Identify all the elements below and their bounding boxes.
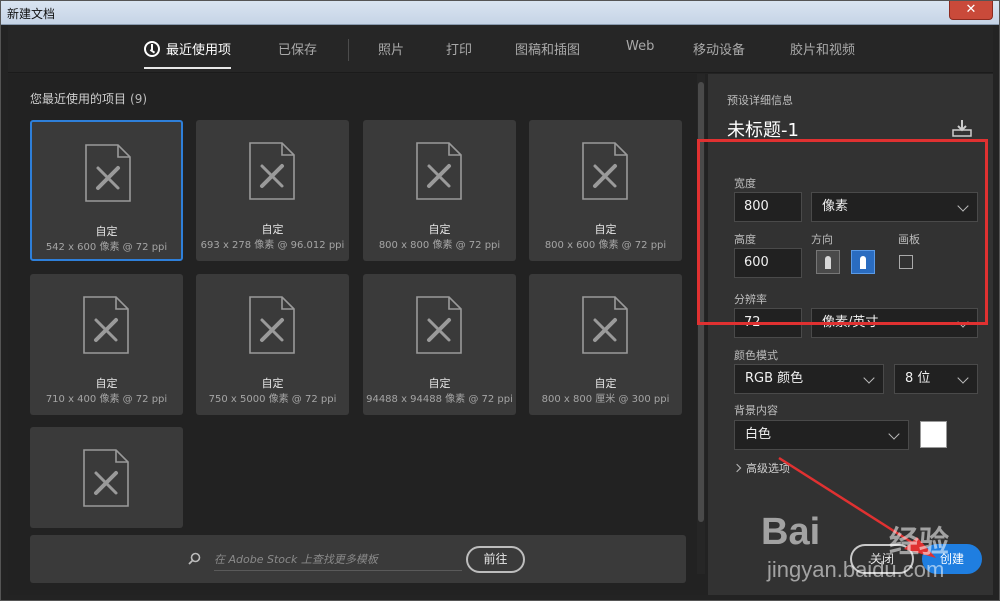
preset-size: 542 x 600 像素 @ 72 ppi	[45, 242, 168, 253]
title-bar: 新建文档 ✕	[1, 1, 999, 25]
tab-photo[interactable]: 照片	[378, 39, 404, 58]
recent-items-count: (9)	[130, 92, 148, 106]
recent-preset-card[interactable]: 自定 800 x 800 厘米 @ 300 ppi	[529, 274, 682, 415]
background-color-swatch[interactable]	[920, 421, 947, 448]
bit-depth-select[interactable]: 8 位	[894, 364, 978, 394]
watermark-brand-cn: 经验	[889, 525, 949, 560]
category-tabs: 最近使用项 已保存 照片 打印 图稿和插图 Web 移动设备 胶片和视频	[8, 25, 993, 73]
preset-size: 800 x 800 厘米 @ 300 ppi	[541, 394, 670, 405]
tab-recent[interactable]: 最近使用项	[144, 39, 232, 69]
recent-preset-card[interactable]: 自定 750 x 5000 像素 @ 72 ppi	[196, 274, 349, 415]
tab-divider	[348, 39, 349, 61]
recent-items-label: 您最近使用的项目 (9)	[30, 90, 147, 107]
recent-preset-card[interactable]: 自定 94488 x 94488 像素 @ 72 ppi	[363, 274, 516, 415]
recent-panel: 您最近使用的项目 (9) 自定 542 x 600 像素 @ 72 ppi 自定 693…	[8, 74, 708, 595]
preset-name: 自定	[594, 377, 617, 390]
tab-web[interactable]: Web	[626, 39, 654, 54]
recent-preset-card[interactable]: 自定 710 x 400 像素 @ 72 ppi	[30, 274, 183, 415]
document-preset-icon	[248, 296, 296, 354]
clock-icon	[144, 41, 160, 57]
highlight-box	[697, 139, 988, 325]
preset-size: 710 x 400 像素 @ 72 ppi	[45, 394, 168, 405]
document-preset-icon	[581, 142, 629, 200]
preset-size: 800 x 800 像素 @ 72 ppi	[378, 240, 501, 251]
stock-go-button[interactable]: 前往	[466, 546, 525, 573]
window-close-button[interactable]: ✕	[949, 1, 993, 20]
recent-preset-card[interactable]: 自定 800 x 600 像素 @ 72 ppi	[529, 120, 682, 261]
tab-art-illustration[interactable]: 图稿和插图	[515, 39, 580, 58]
tab-film-video[interactable]: 胶片和视频	[790, 39, 855, 58]
window-title: 新建文档	[7, 7, 56, 21]
preset-name: 自定	[261, 377, 284, 390]
chevron-down-icon	[863, 372, 875, 384]
tab-print[interactable]: 打印	[446, 39, 472, 58]
preset-size: 693 x 278 像素 @ 96.012 ppi	[200, 240, 345, 251]
advanced-options-toggle[interactable]: 高级选项	[732, 460, 790, 476]
watermark-url: jingyan.baidu.com	[767, 557, 945, 582]
preset-size: 800 x 600 像素 @ 72 ppi	[544, 240, 667, 251]
new-document-dialog: 新建文档 ✕ 最近使用项 已保存 照片 打印 图稿和插图 Web 移动设备 胶片…	[0, 0, 1000, 601]
recent-items-title: 您最近使用的项目	[30, 92, 127, 106]
stock-search-bar: 在 Adobe Stock 上查找更多模板 前往	[30, 535, 686, 583]
save-preset-icon[interactable]	[952, 119, 972, 137]
preset-name: 自定	[428, 223, 451, 236]
recent-preset-card[interactable]: 自定 800 x 800 像素 @ 72 ppi	[363, 120, 516, 261]
chevron-down-icon	[888, 428, 900, 440]
advanced-options-label: 高级选项	[746, 462, 790, 475]
recent-preset-card[interactable]: 自定 542 x 600 像素 @ 72 ppi	[30, 120, 183, 261]
document-preset-icon	[84, 144, 132, 202]
document-preset-icon	[581, 296, 629, 354]
preset-size: 94488 x 94488 像素 @ 72 ppi	[366, 394, 513, 405]
document-preset-icon	[248, 142, 296, 200]
document-preset-icon	[82, 449, 130, 507]
color-mode-value: RGB 颜色	[745, 371, 804, 386]
preset-name: 自定	[594, 223, 617, 236]
preset-size: 750 x 5000 像素 @ 72 ppi	[208, 394, 337, 405]
tab-mobile[interactable]: 移动设备	[693, 39, 745, 58]
preset-name: 自定	[428, 377, 451, 390]
color-mode-select[interactable]: RGB 颜色	[734, 364, 884, 394]
document-preset-icon	[82, 296, 130, 354]
watermark-brand: Bai	[761, 511, 821, 553]
search-icon	[188, 552, 201, 565]
preset-name: 自定	[95, 225, 118, 238]
stock-search-input[interactable]: 在 Adobe Stock 上查找更多模板	[214, 551, 462, 571]
document-preset-icon	[415, 296, 463, 354]
document-preset-icon	[415, 142, 463, 200]
bit-depth-value: 8 位	[905, 371, 931, 386]
preset-details-label: 预设详细信息	[727, 94, 793, 107]
preset-name: 自定	[95, 377, 118, 390]
tab-recent-label: 最近使用项	[166, 43, 232, 58]
color-mode-label: 颜色模式	[734, 349, 778, 362]
background-value: 白色	[745, 427, 772, 442]
chevron-down-icon	[957, 372, 969, 384]
preset-name: 自定	[261, 223, 284, 236]
baidu-watermark: Bai 经验 jingyan.baidu.com	[761, 511, 997, 591]
chevron-right-icon	[732, 463, 742, 473]
background-label: 背景内容	[734, 404, 778, 417]
tab-saved[interactable]: 已保存	[278, 39, 317, 58]
background-select[interactable]: 白色	[734, 420, 909, 450]
recent-preset-card[interactable]	[30, 427, 183, 528]
recent-preset-card[interactable]: 自定 693 x 278 像素 @ 96.012 ppi	[196, 120, 349, 261]
